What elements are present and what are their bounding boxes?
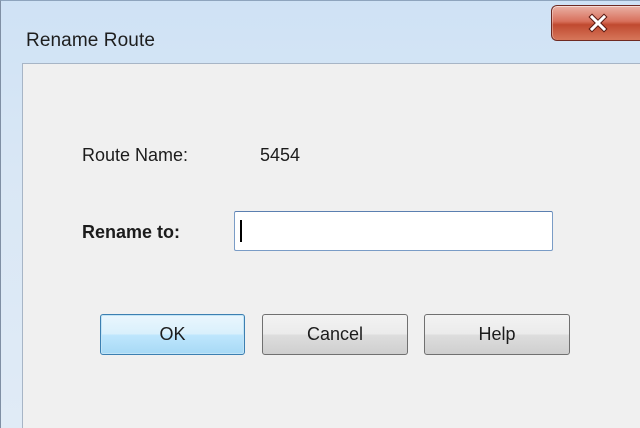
help-button[interactable]: Help bbox=[424, 314, 570, 355]
close-button[interactable] bbox=[551, 5, 640, 41]
title-bar[interactable]: Rename Route bbox=[1, 1, 640, 63]
route-name-value: 5454 bbox=[260, 145, 301, 165]
rename-to-label: Rename to: bbox=[82, 222, 181, 242]
cancel-button[interactable]: Cancel bbox=[262, 314, 408, 355]
ok-button[interactable]: OK bbox=[100, 314, 245, 355]
window-title: Rename Route bbox=[26, 30, 155, 51]
rename-route-dialog: Rename Route Route Name: 5454 Rename to:… bbox=[0, 0, 640, 428]
text-caret bbox=[240, 220, 242, 242]
route-name-label: Route Name: bbox=[82, 145, 189, 165]
close-icon bbox=[588, 13, 608, 33]
rename-to-input[interactable] bbox=[234, 211, 553, 251]
dialog-client-area: Route Name: 5454 Rename to: OK Cancel He… bbox=[22, 63, 640, 428]
